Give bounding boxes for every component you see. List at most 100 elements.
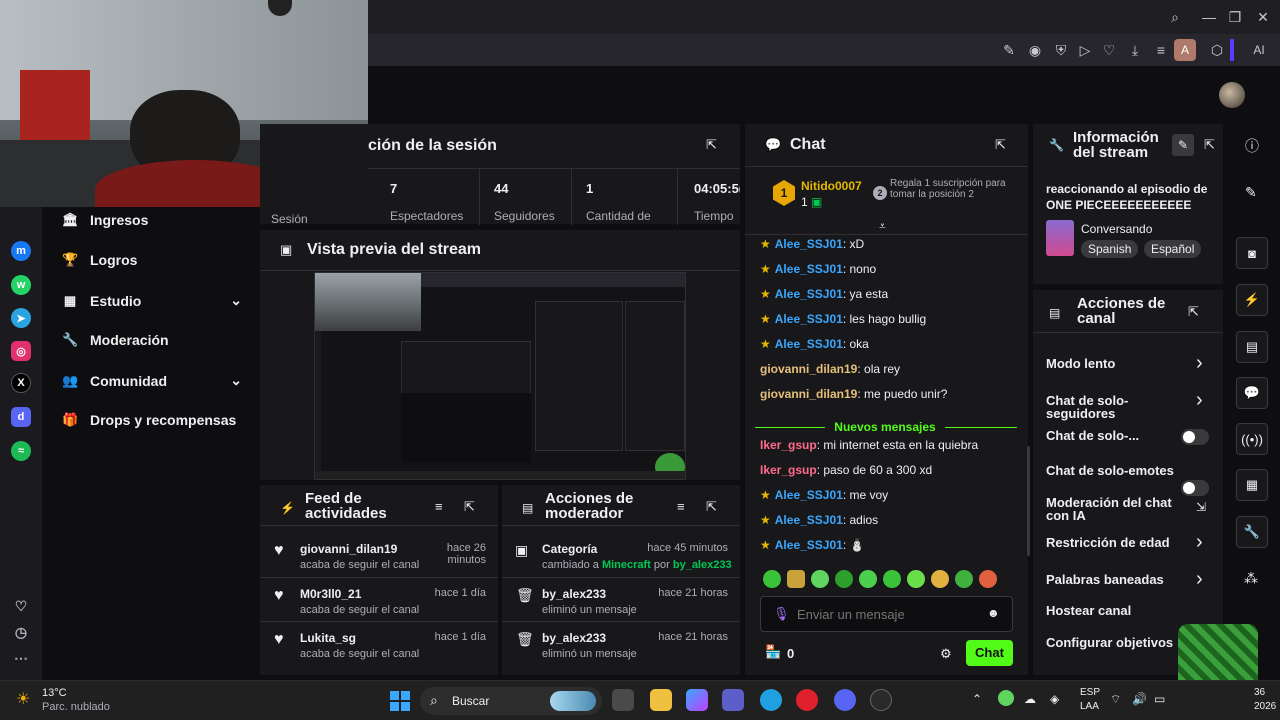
volume-icon[interactable]: 🔊 — [1132, 692, 1147, 706]
nav-item-drops[interactable]: 🎁 Drops y recompensas — [62, 412, 236, 428]
nav-item-ingresos[interactable]: 🏛 Ingresos — [62, 212, 148, 228]
nav-item-logros[interactable]: 🏆 Logros — [62, 252, 137, 268]
chevron-right-icon[interactable]: › — [1196, 389, 1203, 412]
dropbox-icon[interactable]: ◈ — [1050, 692, 1059, 706]
feed-user[interactable]: Lukita_sg — [300, 631, 356, 645]
stream-preview-video[interactable] — [314, 272, 686, 480]
popout-icon[interactable]: ⇱ — [1204, 137, 1215, 153]
menu-icon[interactable]: ≡ — [1150, 39, 1172, 61]
chat-scrollbar[interactable] — [1027, 446, 1030, 556]
spotify-icon[interactable]: ≈ — [11, 441, 31, 461]
send-chat-button[interactable]: Chat — [966, 640, 1013, 666]
chevron-right-icon[interactable]: › — [1196, 531, 1203, 554]
ai-button[interactable]: AI — [1244, 39, 1274, 61]
pencil-icon[interactable]: ✎ — [1245, 184, 1257, 201]
external-link-icon[interactable]: ⇲ — [1196, 500, 1206, 514]
game-link[interactable]: Minecraft — [602, 559, 651, 571]
language-code[interactable]: ESP — [1080, 687, 1100, 698]
channel-action-label[interactable]: Restricción de edad — [1046, 536, 1188, 549]
toggle-switch[interactable] — [1181, 480, 1209, 496]
heart-icon[interactable]: ♡ — [1098, 39, 1120, 61]
filter-icon[interactable]: ≡ — [677, 499, 685, 514]
taskbar-search[interactable]: ⌕ Buscar — [420, 687, 602, 715]
tray-chevron-icon[interactable]: ⌃ — [972, 692, 982, 706]
messenger-icon[interactable]: m — [11, 241, 31, 261]
search-icon[interactable]: ⌕ — [1164, 6, 1186, 28]
extension-icon[interactable]: ⬡ — [1206, 39, 1228, 61]
discord-taskbar-icon[interactable] — [834, 689, 856, 711]
heart-icon[interactable]: ♡ — [11, 596, 31, 616]
nav-item-comunidad[interactable]: 👥 Comunidad ⌄ — [62, 372, 242, 389]
emote[interactable] — [811, 570, 829, 588]
nav-item-moderacion[interactable]: 🔧 Moderación — [62, 332, 169, 348]
emote[interactable] — [979, 570, 997, 588]
channel-action-label[interactable]: Moderación del chat con IA — [1046, 496, 1188, 522]
edit-icon[interactable]: ✎ — [998, 39, 1020, 61]
restore-icon[interactable]: ❐ — [1224, 6, 1246, 28]
channel-action-label[interactable]: Chat de solo-... — [1046, 429, 1188, 442]
emote[interactable] — [955, 570, 973, 588]
filter-icon[interactable]: ≡ — [435, 499, 443, 514]
popout-icon[interactable]: ⇱ — [706, 137, 717, 153]
instagram-icon[interactable]: ◎ — [11, 341, 31, 361]
more-icon[interactable]: ⋯ — [11, 648, 31, 668]
collapse-icon[interactable]: ⩡ — [879, 219, 886, 234]
popout-icon[interactable]: ⇱ — [1188, 304, 1199, 320]
close-icon[interactable]: ✕ — [1252, 6, 1274, 28]
notes-icon[interactable]: ▤ — [1236, 331, 1268, 363]
chat-username[interactable]: Alee_SSJ01 — [775, 513, 843, 527]
emote[interactable] — [787, 570, 805, 588]
gift-sub-text[interactable]: Regala 1 suscripción para tomar la posic… — [890, 178, 1010, 200]
history-icon[interactable]: ◷ — [11, 622, 31, 642]
mod-title[interactable]: by_alex233 — [542, 587, 606, 601]
language-layout[interactable]: LAA — [1080, 701, 1099, 712]
top-gifter[interactable]: Nitido0007 — [801, 179, 862, 193]
popout-icon[interactable]: ⇱ — [995, 137, 1006, 153]
chevron-right-icon[interactable]: › — [1196, 352, 1203, 375]
chat-username[interactable]: Iker_gsup — [760, 438, 817, 452]
obs-icon[interactable] — [870, 689, 892, 711]
telegram-icon[interactable]: ➤ — [11, 308, 31, 328]
broadcast-icon[interactable]: ((•)) — [1236, 423, 1268, 455]
chat-input-box[interactable]: 🎙 ☻ — [760, 596, 1013, 632]
channel-action-label[interactable]: Hostear canal — [1046, 604, 1188, 617]
chevron-right-icon[interactable]: › — [1196, 568, 1203, 591]
windows-start-icon[interactable] — [390, 691, 410, 711]
wrench-tool-icon[interactable]: 🔧 — [1236, 516, 1268, 548]
feed-user[interactable]: giovanni_dilan19 — [300, 542, 397, 556]
download-icon[interactable]: ⤓ — [1124, 39, 1146, 61]
camera-icon[interactable]: ◉ — [1024, 39, 1046, 61]
emote[interactable] — [763, 570, 781, 588]
bolt-icon[interactable]: ⚡ — [1236, 284, 1268, 316]
channel-action-label[interactable]: Modo lento — [1046, 357, 1188, 370]
tag-espanol[interactable]: Español — [1144, 240, 1202, 258]
emote[interactable] — [859, 570, 877, 588]
avatar[interactable] — [1219, 82, 1245, 108]
gear-icon[interactable]: ⚙ — [940, 646, 952, 662]
cloud-icon[interactable]: ☁ — [1024, 692, 1036, 706]
popout-icon[interactable]: ⇱ — [706, 499, 717, 515]
user-link[interactable]: by_alex233 — [673, 559, 732, 571]
edit-icon[interactable]: ✎ — [1172, 134, 1194, 156]
taskview-icon[interactable] — [612, 689, 634, 711]
chat-tool-icon[interactable]: 💬 — [1236, 377, 1268, 409]
category-thumbnail[interactable] — [1046, 220, 1074, 256]
chat-username[interactable]: Alee_SSJ01 — [775, 287, 843, 301]
chat-username[interactable]: giovanni_dilan19 — [760, 362, 857, 376]
chat-input[interactable] — [797, 604, 977, 624]
discord-icon[interactable]: d — [11, 407, 31, 427]
camera-tool-icon[interactable]: ◙ — [1236, 237, 1268, 269]
copilot-icon[interactable] — [686, 689, 708, 711]
emote[interactable] — [883, 570, 901, 588]
play-icon[interactable]: ▷ — [1074, 39, 1096, 61]
channel-action-label[interactable]: Chat de solo-seguidores — [1046, 394, 1188, 420]
layout-icon[interactable]: ▦ — [1236, 469, 1268, 501]
feed-user[interactable]: M0r3ll0_21 — [300, 587, 361, 601]
minimize-icon[interactable]: — — [1198, 6, 1220, 28]
teams-icon[interactable] — [722, 689, 744, 711]
file-explorer-icon[interactable] — [650, 689, 672, 711]
emoji-icon[interactable]: ☻ — [987, 606, 1000, 620]
emote[interactable] — [907, 570, 925, 588]
chat-username[interactable]: Alee_SSJ01 — [775, 237, 843, 251]
toggle-switch[interactable] — [1181, 429, 1209, 445]
